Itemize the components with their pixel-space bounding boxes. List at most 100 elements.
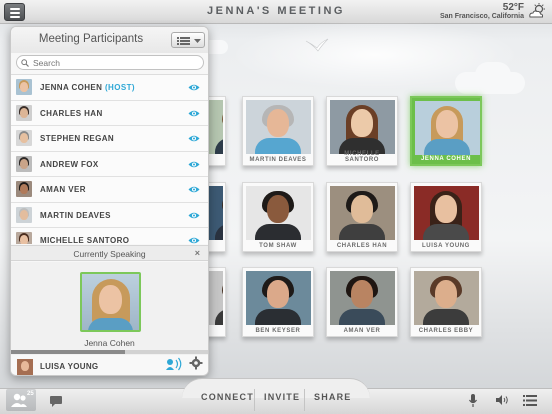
participant-name: LUISA YOUNG xyxy=(40,362,99,371)
currently-speaking-header: Currently Speaking × xyxy=(11,245,208,261)
eye-icon[interactable] xyxy=(188,211,200,220)
participants-button[interactable]: 25 xyxy=(6,389,36,411)
participant-name: AMAN VER xyxy=(40,185,86,194)
participants-panel: Meeting Participants JENNA COHEN (HOST) C… xyxy=(10,26,209,376)
avatar xyxy=(16,104,32,121)
participant-name-text: MICHELLE SANTORO xyxy=(40,236,130,244)
invite-button[interactable]: INVITE xyxy=(264,392,300,402)
participant-name-text: ANDREW FOX xyxy=(40,159,99,169)
participant-video xyxy=(246,100,311,154)
video-tile[interactable]: JENNA COHEN xyxy=(410,96,482,166)
gear-icon[interactable] xyxy=(189,356,203,370)
participant-row[interactable]: MICHELLE SANTORO xyxy=(11,228,208,244)
speaker-volume-icon[interactable] xyxy=(495,394,509,406)
host-tag: (HOST) xyxy=(104,83,135,92)
video-tile[interactable]: CHARLES EBBY xyxy=(410,267,482,337)
participant-name-text: STEPHEN REGAN xyxy=(40,134,115,143)
weather-temperature: 52°F xyxy=(502,2,524,13)
participant-name-text: CHARLES HAN xyxy=(40,108,103,118)
participant-name: MARTIN DEAVES xyxy=(40,211,111,220)
video-tile[interactable]: BEN KEYSER xyxy=(242,267,314,337)
participant-video xyxy=(330,186,395,240)
list-icon xyxy=(177,37,201,45)
cloudy-sun-icon xyxy=(529,3,545,18)
microphone-icon[interactable] xyxy=(468,393,478,408)
participant-row[interactable]: AMAN VER xyxy=(11,177,208,203)
avatar xyxy=(17,359,33,375)
video-tile-name: CHARLES EBBY xyxy=(418,328,474,334)
eye-icon[interactable] xyxy=(188,160,200,169)
list-menu-icon[interactable] xyxy=(523,395,537,406)
avatar xyxy=(16,130,32,146)
bird-icon xyxy=(305,38,329,52)
participant-name: STEPHEN REGAN xyxy=(40,134,114,143)
participant-name: ANDREW FOX xyxy=(40,160,99,169)
video-tile[interactable]: TOM SHAW xyxy=(242,182,314,252)
eye-icon[interactable] xyxy=(188,236,200,244)
speaker-photo xyxy=(80,272,141,332)
video-tile-name: CHARLES HAN xyxy=(336,243,388,249)
participant-list[interactable]: JENNA COHEN (HOST) CHARLES HAN STEPHEN REG… xyxy=(11,74,208,244)
participant-row[interactable]: LUISA YOUNG xyxy=(11,355,208,375)
avatar xyxy=(16,232,32,244)
video-tile-name: TOM SHAW xyxy=(259,243,297,249)
panel-title: Meeting Participants xyxy=(38,33,144,45)
eye-icon[interactable] xyxy=(188,109,200,118)
video-tile[interactable]: AMAN VER xyxy=(326,267,398,337)
toolbar-divider xyxy=(304,389,305,411)
eye-icon[interactable] xyxy=(188,83,200,92)
avatar xyxy=(16,79,32,95)
participant-count: 25 xyxy=(27,391,34,397)
video-tile[interactable]: MICHELLE SANTORO xyxy=(326,96,398,166)
video-tile-name: AMAN VER xyxy=(343,328,381,334)
close-icon[interactable]: × xyxy=(195,248,200,258)
toolbar-divider xyxy=(254,389,255,411)
participant-row[interactable]: JENNA COHEN (HOST) xyxy=(11,75,208,101)
participant-video xyxy=(415,101,480,155)
currently-speaking-area: Jenna Cohen xyxy=(11,262,208,355)
participant-video xyxy=(330,271,395,325)
participant-video xyxy=(246,186,311,240)
share-button[interactable]: SHARE xyxy=(314,392,352,402)
list-view-toggle[interactable] xyxy=(171,32,205,48)
participant-name: MICHELLE SANTORO xyxy=(40,236,129,244)
participant-name: CHARLES HAN xyxy=(40,109,103,118)
weather-location: San Francisco, California xyxy=(439,13,524,20)
video-tile-name: LUISA YOUNG xyxy=(422,243,470,249)
participant-row[interactable]: ANDREW FOX xyxy=(11,151,208,177)
search-input[interactable] xyxy=(33,57,199,68)
participant-video xyxy=(330,100,395,154)
participant-video xyxy=(414,186,479,240)
speaker-name: Jenna Cohen xyxy=(84,338,135,348)
participant-video xyxy=(246,271,311,325)
video-tile-name: MARTIN DEAVES xyxy=(249,157,307,163)
video-tile[interactable]: LUISA YOUNG xyxy=(410,182,482,252)
speaking-icon xyxy=(166,357,182,371)
avatar xyxy=(16,181,32,197)
avatar xyxy=(16,206,32,223)
chat-icon[interactable] xyxy=(49,395,63,407)
participant-row[interactable]: MARTIN DEAVES xyxy=(11,202,208,228)
video-tile[interactable]: CHARLES HAN xyxy=(326,182,398,252)
video-tile-name: MICHELLE SANTORO xyxy=(344,151,380,163)
participant-name-text: AMAN VER xyxy=(40,185,86,194)
participant-name-text: JENNA COHEN xyxy=(40,83,103,92)
participant-row[interactable]: CHARLES HAN xyxy=(11,100,208,126)
participant-video xyxy=(414,271,479,325)
cloud xyxy=(475,62,511,88)
search-field[interactable] xyxy=(16,55,204,70)
video-tile[interactable]: MARTIN DEAVES xyxy=(242,96,314,166)
search-icon xyxy=(21,59,29,67)
participant-name: JENNA COHEN (HOST) xyxy=(40,83,135,92)
video-tile-name: JENNA COHEN xyxy=(420,156,472,162)
panel-header: Meeting Participants xyxy=(11,27,208,53)
eye-icon[interactable] xyxy=(188,185,200,194)
avatar xyxy=(16,155,32,172)
participant-name-text: MARTIN DEAVES xyxy=(40,210,111,220)
connect-button[interactable]: CONNECT xyxy=(201,392,254,402)
video-tile-name: BEN KEYSER xyxy=(255,328,301,334)
list-scroll-indicator[interactable] xyxy=(11,350,208,354)
participant-row[interactable]: STEPHEN REGAN xyxy=(11,126,208,152)
currently-speaking-label: Currently Speaking xyxy=(73,249,146,259)
eye-icon[interactable] xyxy=(188,134,200,143)
